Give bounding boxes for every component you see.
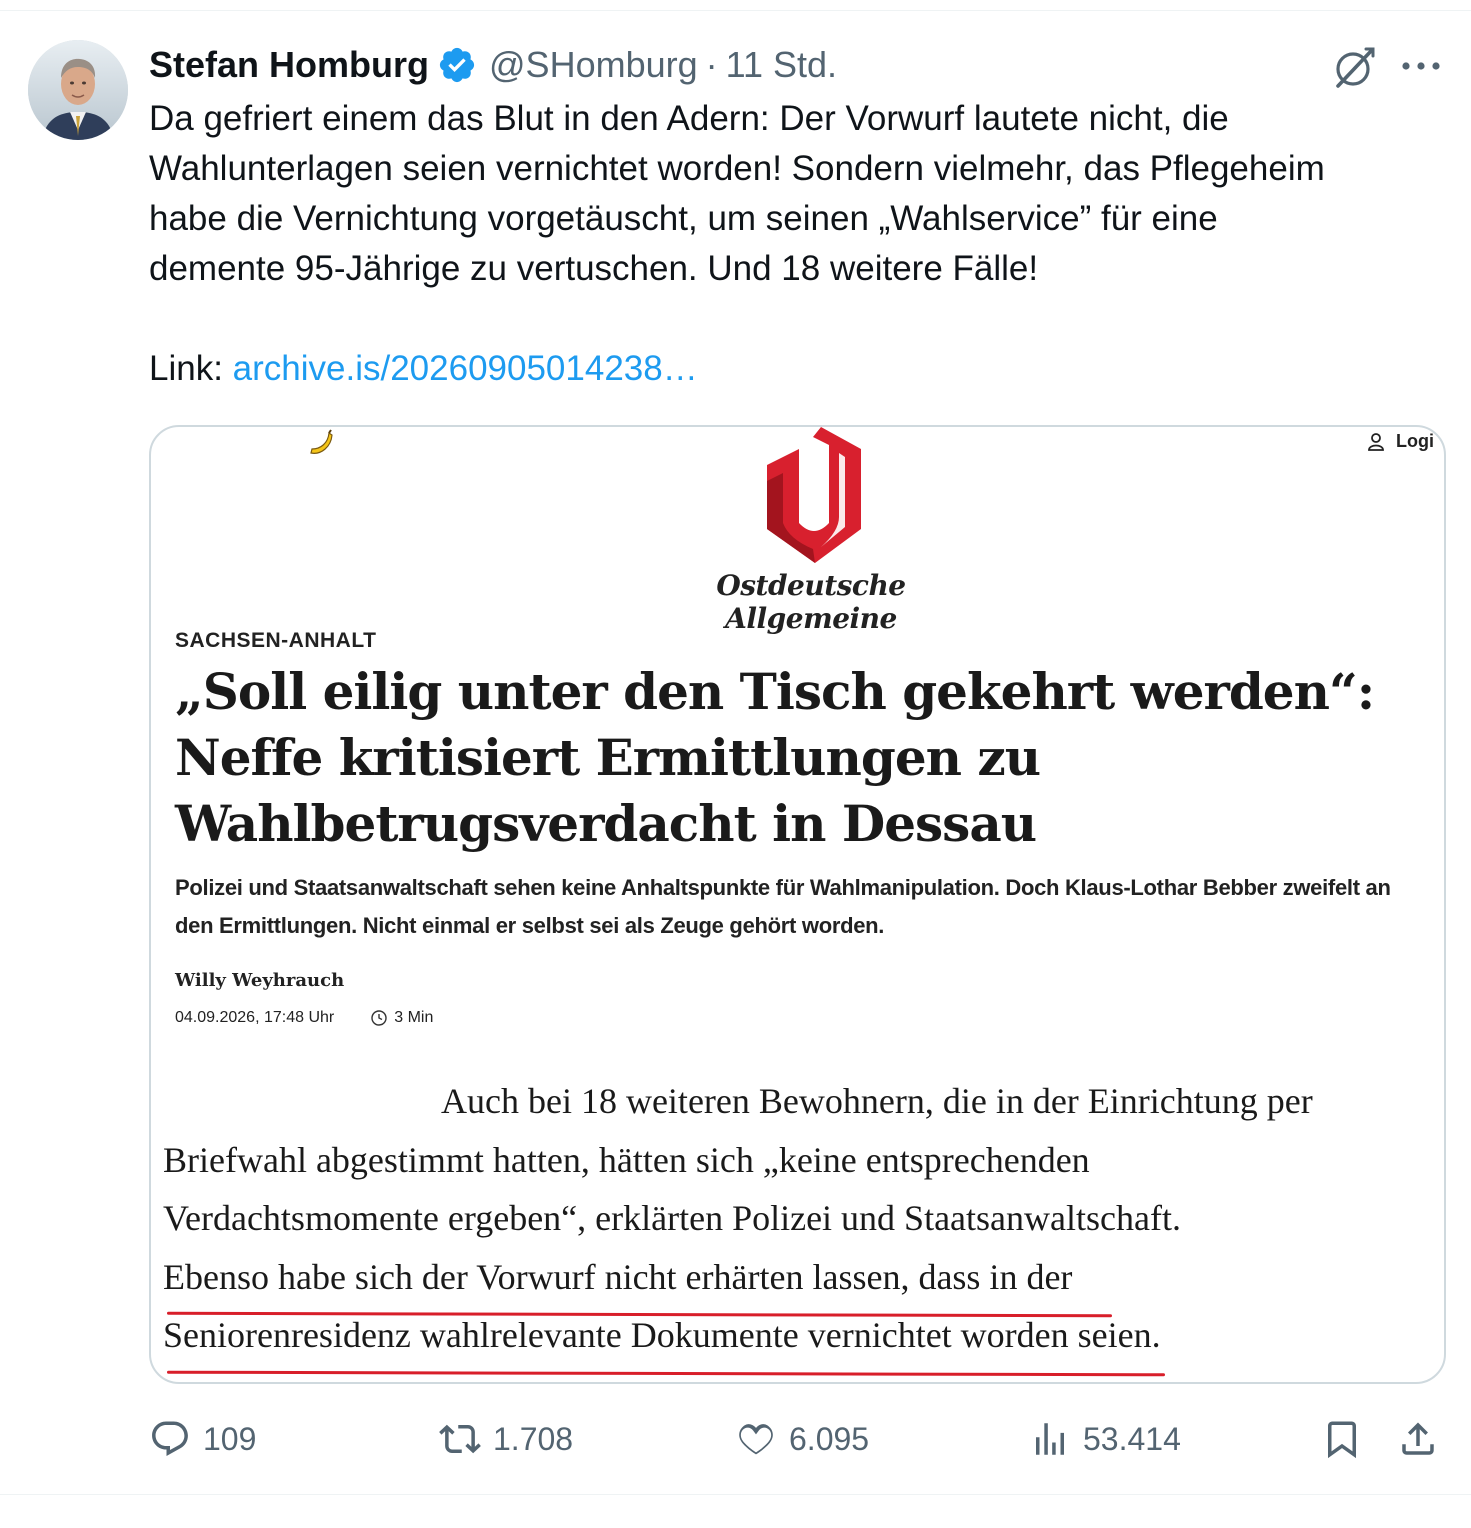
excerpt-line: Verdachtsmomente ergeben“, erklärten Pol… [163, 1198, 1181, 1238]
repost-count: 1.708 [493, 1420, 574, 1457]
views-count: 53.414 [1083, 1420, 1181, 1457]
grok-icon[interactable] [1330, 44, 1378, 90]
reply-icon [152, 1421, 188, 1456]
article-headline: „Soll eilig unter den Tisch gekehrt werd… [175, 662, 1375, 853]
repost-button[interactable]: 1.708 [439, 1414, 573, 1464]
separator-dot: · [705, 44, 718, 85]
article-excerpt: Auch bei 18 weiteren Bewohnern, die in d… [163, 1072, 1433, 1365]
tweet-body: Da gefriert einem das Blut in den Adern:… [149, 99, 1325, 288]
excerpt-line: Auch bei 18 weiteren Bewohnern, die in d… [441, 1081, 1313, 1121]
bottom-divider [0, 1494, 1471, 1495]
like-button[interactable]: 6.095 [735, 1414, 869, 1464]
login-label: Logi [1396, 431, 1434, 451]
clock-icon [371, 1010, 387, 1026]
article-meta: 04.09.2026, 17:48 Uhr 3 Min [175, 1009, 433, 1027]
article-read-time: 3 Min [394, 1009, 434, 1026]
login-link: Logi [1366, 431, 1434, 452]
article-date: 04.09.2026, 17:48 Uhr [175, 1009, 335, 1026]
bookmark-button[interactable] [1321, 1414, 1363, 1464]
views-button[interactable]: 53.414 [1029, 1414, 1181, 1464]
more-icon[interactable] [1398, 48, 1444, 84]
banana-icon [310, 429, 333, 454]
bookmark-icon [1328, 1421, 1356, 1459]
tweet-actions: 109 1.708 6.095 53.414 [149, 1414, 1445, 1464]
media-attachment[interactable]: Logi Ostdeutsche Allgemeine SACHSEN-ANHA… [149, 425, 1446, 1384]
user-icon [1368, 432, 1384, 451]
article-lead: Polizei und Staatsanwaltschaft sehen kei… [175, 875, 1391, 938]
article-author: Willy Weyhrauch [175, 970, 345, 991]
reply-button[interactable]: 109 [149, 1414, 256, 1464]
author-name[interactable]: Stefan Homburg [149, 44, 429, 86]
share-icon [1402, 1422, 1434, 1455]
reply-count: 109 [203, 1420, 257, 1457]
verified-badge-icon [439, 47, 475, 83]
like-count: 6.095 [789, 1420, 870, 1457]
author-handle[interactable]: @SHomburg [489, 44, 698, 86]
tweet-link-line: Link: archive.is/20260905014238… [149, 344, 698, 394]
share-button[interactable] [1397, 1414, 1439, 1464]
link-prefix: Link: [149, 349, 233, 388]
views-icon [1036, 1423, 1064, 1455]
timestamp[interactable]: 11 Std. [726, 44, 837, 86]
archive-link[interactable]: archive.is/20260905014238… [233, 349, 698, 388]
newspaper-logo-icon [767, 427, 861, 563]
newspaper-name: Ostdeutsche Allgemeine [716, 569, 906, 635]
excerpt-line-underlined: Seniorenresidenz wahlrelevante Dokumente… [163, 1306, 1161, 1365]
article-category: SACHSEN-ANHALT [175, 629, 377, 652]
tweet-text: Da gefriert einem das Blut in den Adern:… [149, 94, 1449, 294]
excerpt-line-underlined: Ebenso habe sich der Vorwurf nicht erhär… [163, 1248, 1072, 1307]
like-icon [739, 1424, 773, 1455]
retweet-icon [439, 1424, 481, 1454]
tweet-header: Stefan Homburg @SHomburg · 11 Std. [149, 40, 837, 90]
excerpt-line: Briefwahl abgestimmt hatten, hätten sich… [163, 1139, 1090, 1180]
top-divider [0, 10, 1471, 11]
avatar[interactable] [28, 40, 128, 140]
avatar-image [28, 40, 128, 140]
